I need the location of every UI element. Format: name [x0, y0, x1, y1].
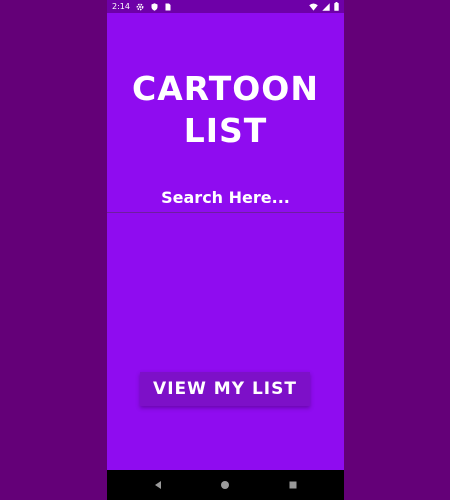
- page-title: CARTOON LIST: [107, 68, 344, 152]
- phone-screen: 2:14 CARTOON LIST Search Here... VIEW MY…: [107, 0, 344, 500]
- shield-icon: [151, 2, 158, 11]
- title-line-2: LIST: [183, 111, 268, 150]
- settings-icon: [136, 3, 144, 11]
- home-icon[interactable]: [218, 478, 232, 492]
- view-my-list-button[interactable]: VIEW MY LIST: [140, 372, 310, 406]
- search-container: [107, 182, 344, 214]
- navigation-bar: [107, 470, 344, 500]
- wifi-icon: [309, 2, 318, 11]
- recents-icon[interactable]: [286, 478, 300, 492]
- status-time: 2:14: [112, 2, 130, 11]
- status-icons-right: [309, 0, 339, 13]
- battery-icon: [334, 2, 339, 11]
- back-icon[interactable]: [151, 478, 165, 492]
- search-input[interactable]: [107, 182, 344, 213]
- status-bar: 2:14: [107, 0, 344, 13]
- status-icons-left: [136, 0, 171, 13]
- signal-icon: [322, 2, 330, 11]
- sim-card-icon: [165, 3, 171, 11]
- title-line-1: CARTOON: [132, 69, 319, 108]
